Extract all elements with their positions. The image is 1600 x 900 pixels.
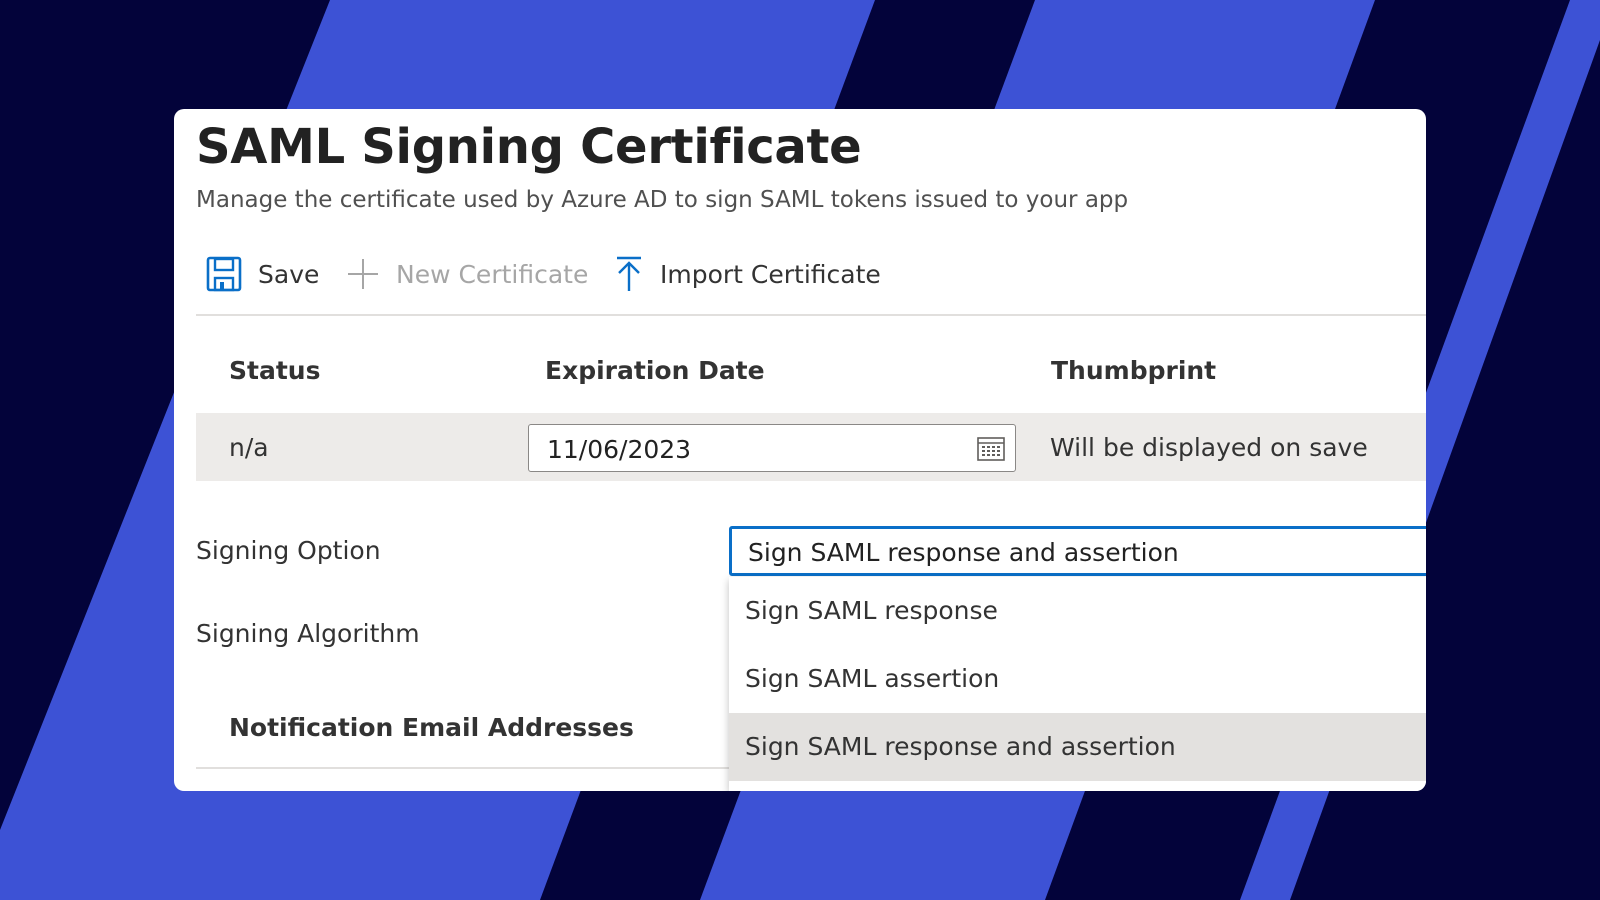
save-label: Save	[258, 259, 320, 289]
save-button[interactable]: Save	[206, 249, 319, 299]
dropdown-option-sign-response-and-assertion[interactable]: Sign SAML response and assertion	[729, 713, 1426, 781]
column-header-status: Status	[229, 356, 321, 385]
toolbar-divider	[196, 314, 1426, 316]
import-certificate-button[interactable]: Import Certificate	[614, 249, 881, 299]
new-certificate-button[interactable]: New Certificate	[346, 249, 588, 299]
import-certificate-label: Import Certificate	[660, 259, 881, 289]
dropdown-option-sign-assertion[interactable]: Sign SAML assertion	[729, 645, 1426, 713]
signing-option-value: Sign SAML response and assertion	[748, 538, 1179, 567]
signing-option-select[interactable]: Sign SAML response and assertion	[729, 526, 1426, 576]
signing-option-dropdown: Sign SAML response Sign SAML assertion S…	[729, 577, 1426, 791]
calendar-icon[interactable]	[977, 437, 1005, 465]
thumbprint-cell: Will be displayed on save	[1050, 433, 1368, 462]
section-divider	[196, 767, 736, 769]
page-subtitle: Manage the certificate used by Azure AD …	[196, 187, 1129, 213]
cutoff-row	[196, 781, 736, 791]
expiration-date-value: 11/06/2023	[547, 435, 692, 464]
new-certificate-label: New Certificate	[396, 259, 589, 289]
save-icon	[206, 256, 242, 292]
plus-icon	[346, 257, 380, 291]
column-header-expiration-date: Expiration Date	[545, 356, 765, 385]
upload-arrow-icon	[614, 255, 644, 293]
saml-certificate-panel: SAML Signing Certificate Manage the cert…	[174, 109, 1426, 791]
column-header-thumbprint: Thumbprint	[1051, 356, 1217, 385]
signing-algorithm-label: Signing Algorithm	[196, 619, 420, 648]
notification-email-heading: Notification Email Addresses	[229, 713, 634, 742]
status-cell: n/a	[229, 433, 269, 462]
page-title: SAML Signing Certificate	[196, 119, 862, 175]
dropdown-option-sign-response[interactable]: Sign SAML response	[729, 577, 1426, 645]
expiration-date-input[interactable]: 11/06/2023	[528, 424, 1016, 472]
table-row: n/a 11/06/2023 Will be displayed on save	[196, 413, 1426, 481]
signing-option-label: Signing Option	[196, 536, 381, 565]
command-bar: Save New Certificate Import Certificate	[196, 249, 1426, 299]
